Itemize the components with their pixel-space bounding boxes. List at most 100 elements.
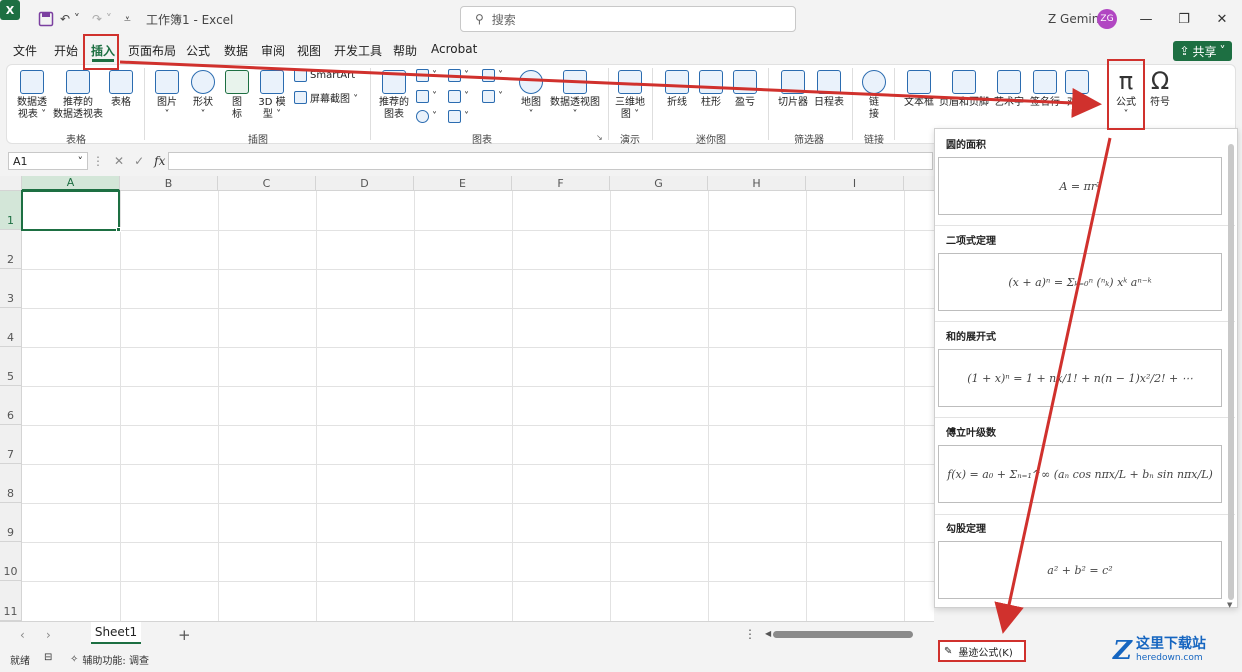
timeline-button[interactable]: 日程表 xyxy=(812,70,846,109)
scroll-down-icon[interactable]: ▼ xyxy=(1227,601,1232,609)
redo-icon[interactable]: ↷ ˅ xyxy=(92,9,112,29)
tab-formulas[interactable]: 公式 xyxy=(186,42,210,59)
recommended-pivot-button[interactable]: 推荐的 数据透视表 xyxy=(52,70,104,121)
accessibility-status[interactable]: ✧ 辅助功能: 调查 xyxy=(70,652,149,667)
row-header[interactable]: 3 xyxy=(0,269,22,308)
tab-developer[interactable]: 开发工具 xyxy=(334,42,382,59)
row-header[interactable]: 5 xyxy=(0,347,22,386)
row-header[interactable]: 2 xyxy=(0,230,22,269)
share-button[interactable]: ⇪ 共享 ˅ xyxy=(1173,41,1232,61)
undo-icon[interactable]: ↶ ˅ xyxy=(60,9,80,29)
slicer-button[interactable]: 切片器 xyxy=(776,70,810,109)
statistic-chart-button[interactable]: ˅ xyxy=(448,90,469,103)
tab-view[interactable]: 视图 xyxy=(297,42,321,59)
column-chart-button[interactable]: ˅ xyxy=(416,69,437,82)
spreadsheet-grid[interactable]: A B C D E F G H I 1 2 3 4 5 6 7 8 9 10 1… xyxy=(0,176,934,621)
icons-button[interactable]: 图 标 xyxy=(224,70,250,121)
tab-data[interactable]: 数据 xyxy=(224,42,248,59)
pie-chart-button[interactable]: ˅ xyxy=(416,110,437,123)
recommended-charts-button[interactable]: 推荐的 图表 xyxy=(378,70,410,121)
column-header[interactable]: I xyxy=(806,176,904,191)
equation-item[interactable]: (x + a)ⁿ = Σₖ₌₀ⁿ (ⁿₖ) xᵏ aⁿ⁻ᵏ xyxy=(938,253,1222,311)
restore-icon[interactable]: ❐ xyxy=(1174,9,1194,29)
more-options-icon[interactable]: ⋮ xyxy=(92,154,104,168)
tab-file[interactable]: 文件 xyxy=(13,42,37,59)
tab-help[interactable]: 帮助 xyxy=(393,42,417,59)
combo-chart-button[interactable]: ˅ xyxy=(482,90,503,103)
3d-models-button[interactable]: 3D 模 型 ˅ xyxy=(256,70,288,121)
tab-home[interactable]: 开始 xyxy=(54,42,78,59)
dialog-launcher-icon[interactable]: ↘ xyxy=(596,133,603,142)
confirm-icon[interactable]: ✓ xyxy=(134,154,144,168)
horizontal-scrollbar[interactable] xyxy=(773,631,913,638)
save-icon[interactable] xyxy=(38,9,54,29)
sparkline-line-button[interactable]: 折线 xyxy=(662,70,692,109)
column-header[interactable]: C xyxy=(218,176,316,191)
sparkline-column-button[interactable]: 柱形 xyxy=(696,70,726,109)
ink-equation-button[interactable]: ✎ 墨迹公式(K) xyxy=(938,640,1026,662)
column-header[interactable] xyxy=(904,176,934,191)
fill-handle[interactable] xyxy=(116,227,121,232)
select-all-corner[interactable] xyxy=(0,176,22,191)
shapes-button[interactable]: 形状 ˅ xyxy=(188,70,218,121)
cancel-icon[interactable]: ✕ xyxy=(114,154,124,168)
user-name[interactable]: Z Gemini xyxy=(1048,9,1103,29)
smartart-button[interactable]: SmartArt xyxy=(294,69,355,82)
pivot-table-button[interactable]: 数据透 视表 ˅ xyxy=(14,70,50,121)
textbox-button[interactable]: 文本框 xyxy=(902,70,936,109)
equation-item[interactable]: f(x) = a₀ + Σₙ₌₁^∞ (aₙ cos nπx/L + bₙ si… xyxy=(938,445,1222,503)
3d-map-button[interactable]: 三维地 图 ˅ xyxy=(612,70,648,121)
row-header[interactable]: 9 xyxy=(0,503,22,542)
wordart-button[interactable]: 艺术字 xyxy=(992,70,1026,109)
equation-item[interactable]: (1 + x)ⁿ = 1 + nx/1! + n(n − 1)x²/2! + ⋯ xyxy=(938,349,1222,407)
formula-input[interactable] xyxy=(168,152,933,170)
equation-item[interactable]: a² + b² = c² xyxy=(938,541,1222,599)
scatter-chart-button[interactable]: ˅ xyxy=(448,110,469,123)
prev-sheet-icon[interactable]: ‹ xyxy=(20,628,25,642)
row-header[interactable]: 4 xyxy=(0,308,22,347)
column-header[interactable]: D xyxy=(316,176,414,191)
maps-button[interactable]: 地图 ˅ xyxy=(516,70,546,121)
line-chart-button[interactable]: ˅ xyxy=(416,90,437,103)
link-button[interactable]: 链 接 xyxy=(860,70,888,121)
name-box[interactable]: A1 ˅ xyxy=(8,152,88,170)
table-button[interactable]: 表格 xyxy=(106,70,136,109)
next-sheet-icon[interactable]: › xyxy=(46,628,51,642)
column-header[interactable]: G xyxy=(610,176,708,191)
header-footer-button[interactable]: 页眉和页脚 xyxy=(938,70,990,109)
row-header[interactable]: 8 xyxy=(0,464,22,503)
column-header[interactable]: A xyxy=(22,176,120,191)
symbol-button[interactable]: Ω 符号 xyxy=(1145,68,1175,109)
equation-item[interactable]: A = πr² xyxy=(938,157,1222,215)
signature-line-button[interactable]: 签名行 xyxy=(1028,70,1062,109)
pictures-button[interactable]: 图片 ˅ xyxy=(152,70,182,121)
add-sheet-button[interactable]: + xyxy=(178,626,191,644)
row-header[interactable]: 1 xyxy=(0,191,22,230)
minimize-icon[interactable]: — xyxy=(1136,9,1156,29)
gallery-scrollbar[interactable] xyxy=(1228,144,1234,600)
row-header[interactable]: 10 xyxy=(0,542,22,581)
tab-acrobat[interactable]: Acrobat xyxy=(431,42,477,56)
column-header[interactable]: B xyxy=(120,176,218,191)
tab-page-layout[interactable]: 页面布局 xyxy=(128,42,176,59)
pivot-chart-button[interactable]: 数据透视图 ˅ xyxy=(548,70,602,121)
column-header[interactable]: F xyxy=(512,176,610,191)
column-header[interactable]: E xyxy=(414,176,512,191)
insert-function-icon[interactable]: fx xyxy=(154,154,165,168)
customize-quick-access-icon[interactable]: ⩡ xyxy=(124,9,131,29)
column-header[interactable]: H xyxy=(708,176,806,191)
close-icon[interactable]: ✕ xyxy=(1212,9,1232,29)
row-header[interactable]: 7 xyxy=(0,425,22,464)
waterfall-chart-button[interactable]: ˅ xyxy=(482,69,503,82)
tab-review[interactable]: 审阅 xyxy=(261,42,285,59)
row-header[interactable]: 11 xyxy=(0,581,22,621)
object-button[interactable]: 对象 xyxy=(1062,70,1092,109)
more-options-icon[interactable]: ⋮ xyxy=(744,627,756,641)
search-box[interactable]: ⚲ 搜索 xyxy=(460,6,796,32)
screenshot-button[interactable]: 屏幕截图 ˅ xyxy=(294,90,358,105)
sparkline-winloss-button[interactable]: 盈亏 xyxy=(730,70,760,109)
hierarchy-chart-button[interactable]: ˅ xyxy=(448,69,469,82)
sheet-tab[interactable]: Sheet1 xyxy=(91,622,141,644)
avatar[interactable]: ZG xyxy=(1097,9,1117,29)
scroll-left-icon[interactable]: ◀ xyxy=(765,629,771,638)
